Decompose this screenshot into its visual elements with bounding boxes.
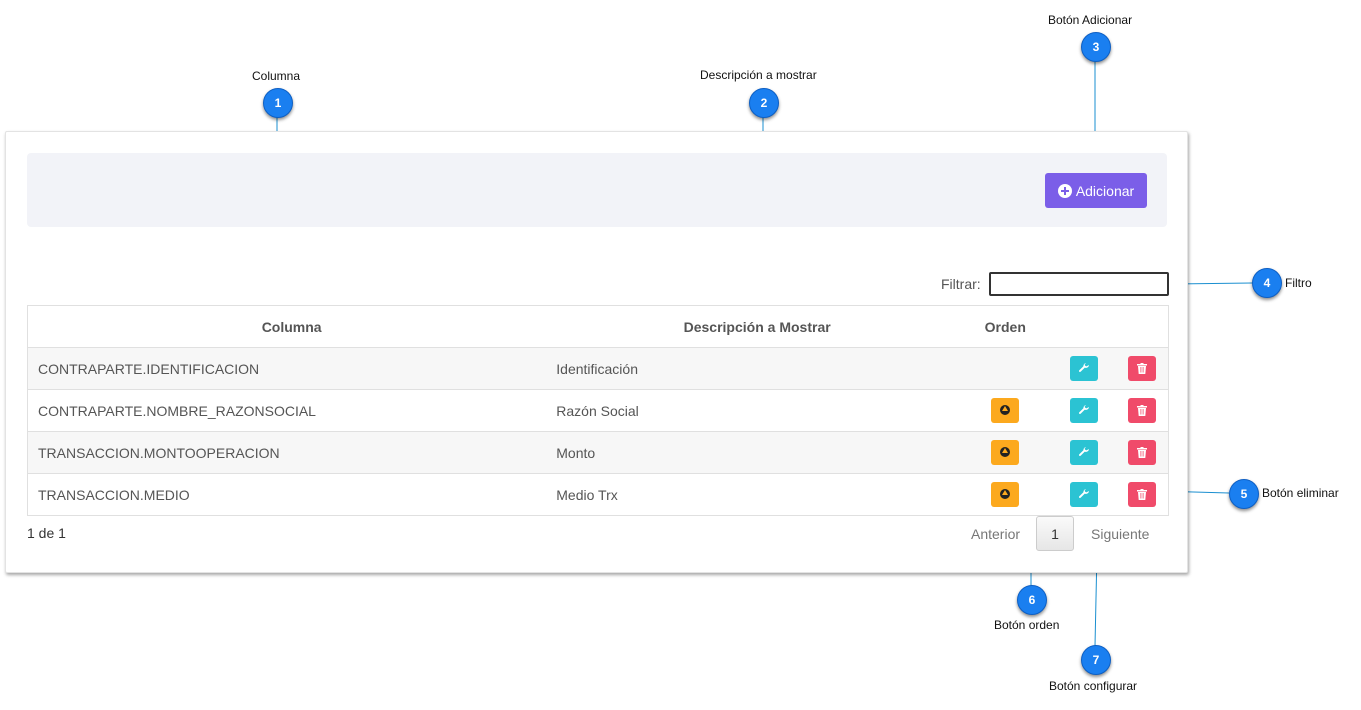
arrow-up-circle-icon <box>1000 489 1011 499</box>
callout-label-4: Filtro <box>1285 276 1312 290</box>
table-row: CONTRAPARTE.NOMBRE_RAZONSOCIAL Razón Soc… <box>27 389 1169 432</box>
order-up-button[interactable] <box>991 398 1020 423</box>
header-description[interactable]: Descripción a Mostrar <box>546 305 960 348</box>
config-button[interactable] <box>1069 482 1098 507</box>
callout-label-7: Botón configurar <box>1049 679 1138 693</box>
delete-button[interactable] <box>1127 440 1156 465</box>
callout-badge-4: 4 <box>1252 268 1282 298</box>
callout-badge-2: 2 <box>749 88 779 118</box>
table-header-row: Columna Descripción a Mostrar Orden <box>27 305 1169 348</box>
callout-label-2: Descripción a mostrar <box>700 68 817 82</box>
callout-label-1: Columna <box>252 69 301 83</box>
callout-label-5: Botón eliminar <box>1262 486 1339 500</box>
cell-config <box>1051 431 1116 474</box>
cell-delete <box>1115 473 1169 516</box>
wrench-icon <box>1078 363 1089 372</box>
cell-column: TRANSACCION.MONTOOPERACION <box>27 431 547 474</box>
columns-config-panel: Adicionar Filtrar: Columna Descripción a… <box>5 131 1188 573</box>
trash-icon <box>1136 363 1147 374</box>
cell-description: Identificación <box>546 347 960 390</box>
cell-config <box>1051 347 1116 390</box>
filter-label: Filtrar: <box>941 276 981 292</box>
order-up-button[interactable] <box>991 440 1020 465</box>
arrow-up-circle-icon <box>1000 405 1011 415</box>
cell-description: Medio Trx <box>546 473 960 516</box>
columns-table: Columna Descripción a Mostrar Orden CONT… <box>27 305 1169 516</box>
table-row: TRANSACCION.MONTOOPERACION Monto <box>27 431 1169 474</box>
toolbar: Adicionar <box>27 153 1167 227</box>
callout-label-6: Botón orden <box>994 618 1060 632</box>
table-row: CONTRAPARTE.IDENTIFICACION Identificació… <box>27 347 1169 390</box>
pagination-page[interactable]: 1 <box>1036 516 1075 551</box>
header-column[interactable]: Columna <box>27 305 547 348</box>
plus-circle-icon <box>1057 183 1072 198</box>
callout-badge-6: 6 <box>1017 585 1047 615</box>
add-button[interactable]: Adicionar <box>1045 173 1147 208</box>
delete-button[interactable] <box>1127 356 1156 381</box>
filter-group: Filtrar: <box>941 272 1169 296</box>
callout-label-3: Botón Adicionar <box>1048 13 1133 27</box>
config-button[interactable] <box>1069 440 1098 465</box>
table-row: TRANSACCION.MEDIO Medio Trx <box>27 473 1169 516</box>
cell-config <box>1051 389 1116 432</box>
cell-order <box>959 431 1052 474</box>
pagination-prev[interactable]: Anterior <box>971 526 1020 542</box>
config-button[interactable] <box>1069 398 1098 423</box>
delete-button[interactable] <box>1127 482 1156 507</box>
cell-order <box>959 473 1052 516</box>
cell-delete <box>1115 389 1169 432</box>
trash-icon <box>1136 447 1147 458</box>
filter-input[interactable] <box>988 272 1169 296</box>
cell-column: CONTRAPARTE.NOMBRE_RAZONSOCIAL <box>27 389 547 432</box>
callout-badge-7: 7 <box>1081 645 1111 675</box>
header-delete <box>1115 305 1169 348</box>
cell-order <box>959 347 1052 390</box>
pagination: Anterior 1 Siguiente <box>971 516 1149 551</box>
trash-icon <box>1136 405 1147 416</box>
delete-button[interactable] <box>1127 398 1156 423</box>
header-order[interactable]: Orden <box>959 305 1052 348</box>
cell-column: TRANSACCION.MEDIO <box>27 473 547 516</box>
cell-config <box>1051 473 1116 516</box>
trash-icon <box>1136 489 1147 500</box>
config-button[interactable] <box>1069 356 1098 381</box>
add-button-label: Adicionar <box>1075 182 1135 199</box>
wrench-icon <box>1078 447 1089 456</box>
order-up-button[interactable] <box>991 482 1020 507</box>
cell-delete <box>1115 347 1169 390</box>
cell-order <box>959 389 1052 432</box>
callout-badge-5: 5 <box>1229 479 1259 509</box>
callout-badge-3: 3 <box>1081 32 1111 62</box>
cell-description: Razón Social <box>546 389 960 432</box>
callout-badge-1: 1 <box>263 88 293 118</box>
cell-description: Monto <box>546 431 960 474</box>
pagination-next[interactable]: Siguiente <box>1091 526 1149 542</box>
wrench-icon <box>1078 489 1089 498</box>
wrench-icon <box>1078 405 1089 414</box>
cell-delete <box>1115 431 1169 474</box>
arrow-up-circle-icon <box>1000 447 1011 457</box>
cell-column: CONTRAPARTE.IDENTIFICACION <box>27 347 547 390</box>
pagination-info: 1 de 1 <box>27 525 66 541</box>
header-config <box>1051 305 1116 348</box>
